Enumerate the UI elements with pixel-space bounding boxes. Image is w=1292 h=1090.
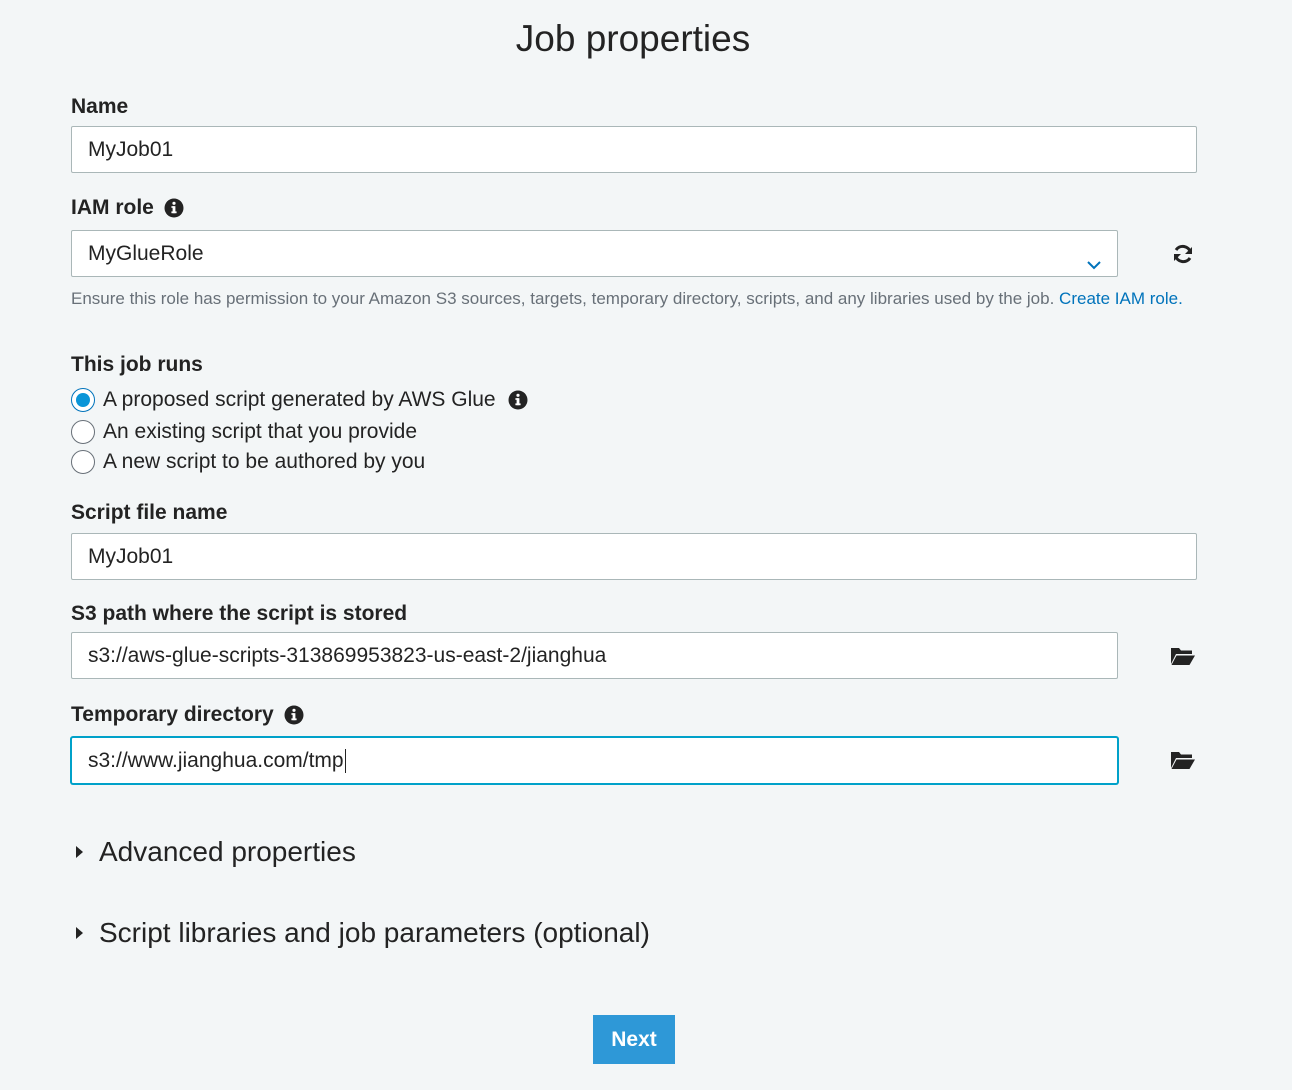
radio-button[interactable] [71, 420, 95, 444]
name-label: Name [71, 95, 128, 119]
radio-option-new[interactable]: A new script to be authored by you [71, 450, 425, 474]
name-input-value: MyJob01 [88, 138, 174, 161]
next-button[interactable]: Next [593, 1015, 675, 1064]
temp-dir-input[interactable]: s3://www.jianghua.com/tmp [71, 737, 1118, 784]
folder-open-icon[interactable] [1170, 643, 1196, 669]
radio-option-proposed[interactable]: A proposed script generated by AWS Glue [71, 388, 528, 412]
page-title: Job properties [515, 18, 751, 59]
radio-label-new: A new script to be authored by you [103, 450, 426, 473]
iam-role-select-value: MyGlueRole [88, 242, 204, 265]
s3-path-label: S3 path where the script is stored [71, 602, 407, 626]
caret-right-icon [76, 846, 83, 858]
refresh-icon[interactable] [1170, 241, 1196, 267]
temp-dir-label-text: Temporary directory [71, 703, 274, 726]
job-runs-label: This job runs [71, 353, 203, 377]
script-file-label: Script file name [71, 501, 227, 525]
script-libraries-label: Script libraries and job parameters (opt… [99, 917, 650, 948]
iam-role-helper-text: Ensure this role has permission to your … [71, 286, 1211, 312]
temp-dir-label: Temporary directory [71, 703, 304, 727]
name-label-text: Name [71, 95, 129, 118]
script-libraries-toggle[interactable]: Script libraries and job parameters (opt… [76, 917, 650, 949]
iam-role-label: IAM role [71, 196, 184, 220]
radio-button-checked[interactable] [71, 388, 95, 412]
create-iam-role-link[interactable]: Create IAM role. [1059, 289, 1183, 308]
radio-option-existing[interactable]: An existing script that you provide [71, 420, 417, 444]
name-input[interactable]: MyJob01 [71, 126, 1197, 173]
script-file-label-text: Script file name [71, 501, 228, 524]
folder-open-icon[interactable] [1170, 747, 1196, 773]
job-runs-label-text: This job runs [71, 353, 203, 376]
iam-role-label-text: IAM role [71, 196, 154, 219]
s3-path-input[interactable]: s3://aws-glue-scripts-313869953823-us-ea… [71, 632, 1118, 679]
s3-path-label-text: S3 path where the script is stored [71, 602, 408, 625]
iam-role-select[interactable]: MyGlueRole [71, 230, 1118, 277]
iam-role-helper: Ensure this role has permission to your … [71, 289, 1055, 308]
caret-right-icon [76, 927, 83, 939]
radio-button[interactable] [71, 450, 95, 474]
chevron-down-icon [1085, 245, 1103, 270]
advanced-properties-toggle[interactable]: Advanced properties [76, 836, 356, 868]
radio-label-existing: An existing script that you provide [103, 420, 417, 443]
advanced-properties-label: Advanced properties [99, 836, 356, 867]
info-icon[interactable] [164, 198, 184, 218]
text-caret [344, 749, 347, 774]
radio-label-proposed: A proposed script generated by AWS Glue [103, 388, 496, 411]
s3-path-input-value: s3://aws-glue-scripts-313869953823-us-ea… [88, 644, 607, 667]
temp-dir-input-value: s3://www.jianghua.com/tmp [88, 749, 344, 772]
info-icon[interactable] [508, 390, 528, 410]
info-icon[interactable] [284, 705, 304, 725]
script-file-input[interactable]: MyJob01 [71, 533, 1197, 580]
script-file-input-value: MyJob01 [88, 545, 174, 568]
